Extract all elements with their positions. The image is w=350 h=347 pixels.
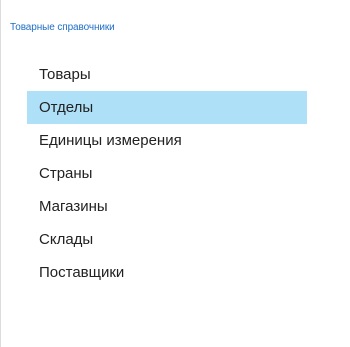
menu-item-postavshchiki[interactable]: Поставщики	[27, 256, 307, 289]
menu-item-otdely[interactable]: Отделы	[27, 91, 307, 124]
menu-item-sklady[interactable]: Склады	[27, 223, 307, 256]
reference-menu: Товары Отделы Единицы измерения Страны М…	[27, 58, 307, 289]
reference-panel: Товарные справочники Товары Отделы Едини…	[0, 0, 350, 347]
menu-item-tovary[interactable]: Товары	[27, 58, 307, 91]
menu-item-magaziny[interactable]: Магазины	[27, 190, 307, 223]
section-title: Товарные справочники	[10, 22, 115, 33]
menu-item-strany[interactable]: Страны	[27, 157, 307, 190]
menu-item-edinitsy-izmereniya[interactable]: Единицы измерения	[27, 124, 307, 157]
